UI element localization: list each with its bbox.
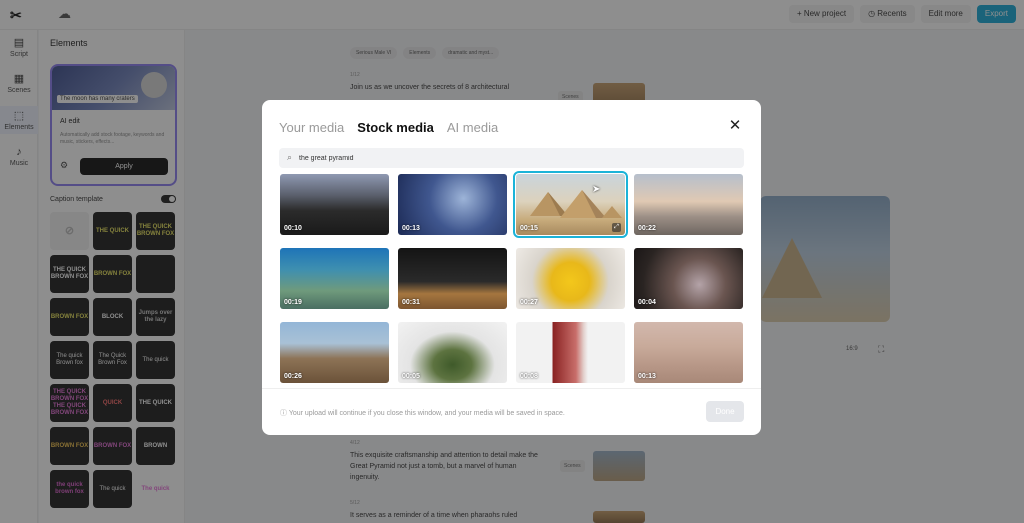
tab-ai-media[interactable]: AI media	[447, 120, 498, 135]
duration-label: 00:13	[638, 373, 656, 380]
media-thumbnail[interactable]: 00:13	[634, 322, 743, 383]
mouse-cursor-icon: ➤	[592, 184, 601, 195]
footer-divider	[262, 388, 761, 389]
info-icon: ⓘ	[280, 410, 289, 417]
search-icon: ⌕	[287, 152, 293, 162]
duration-label: 00:26	[284, 373, 302, 380]
media-thumbnail[interactable]: 00:27	[516, 248, 625, 309]
tab-stock-media[interactable]: Stock media	[357, 120, 434, 135]
upload-info-label: Your upload will continue if you close t…	[288, 410, 565, 417]
media-thumbnail[interactable]: 00:08	[516, 322, 625, 383]
tab-your-media[interactable]: Your media	[279, 120, 344, 135]
media-dialog: Your media Stock media AI media ✕ ⌕ 00:1…	[262, 100, 761, 435]
media-thumbnail[interactable]: 00:22	[634, 174, 743, 235]
duration-label: 00:19	[284, 299, 302, 306]
duration-label: 00:04	[638, 299, 656, 306]
duration-label: 00:08	[520, 373, 538, 380]
media-thumbnail[interactable]: 00:05	[398, 322, 507, 383]
media-thumbnail[interactable]: 00:13	[398, 174, 507, 235]
expand-icon[interactable]: ⤢	[612, 223, 621, 232]
duration-label: 00:13	[402, 225, 420, 232]
search-input[interactable]	[299, 150, 729, 166]
media-thumbnail[interactable]: 00:04	[634, 248, 743, 309]
duration-label: 00:22	[638, 225, 656, 232]
duration-label: 00:15	[520, 225, 538, 232]
search-bar: ⌕	[279, 148, 744, 168]
duration-label: 00:27	[520, 299, 538, 306]
upload-info-text: ⓘ Your upload will continue if you close…	[280, 408, 565, 418]
close-icon[interactable]: ✕	[727, 118, 743, 134]
media-thumbnail[interactable]: 00:19	[280, 248, 389, 309]
duration-label: 00:05	[402, 373, 420, 380]
media-thumbnail[interactable]: 00:10	[280, 174, 389, 235]
media-thumbnail[interactable]: 00:26	[280, 322, 389, 383]
duration-label: 00:31	[402, 299, 420, 306]
done-button[interactable]: Done	[706, 401, 744, 422]
media-thumbnail[interactable]: 00:31	[398, 248, 507, 309]
duration-label: 00:10	[284, 225, 302, 232]
media-thumbnail-selected[interactable]: ➤ 00:15 ⤢	[513, 171, 628, 238]
media-tabs: Your media Stock media AI media	[279, 120, 498, 135]
stock-media-grid: 00:10 00:13 ➤ 00:15 ⤢ 00:22 00:19 00:31	[280, 171, 743, 383]
